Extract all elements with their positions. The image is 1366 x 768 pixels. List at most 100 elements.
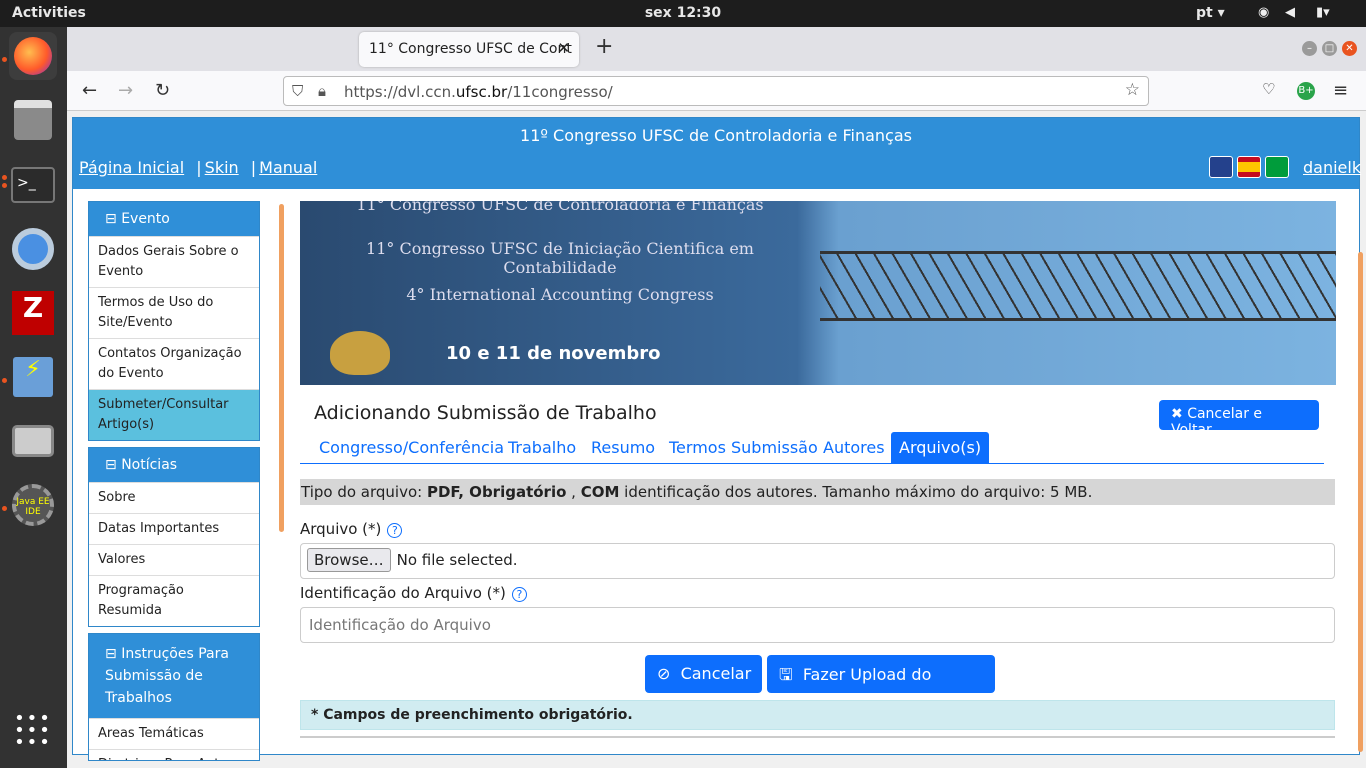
back-icon[interactable]: ← [82,80,97,101]
bookmark-star-icon[interactable]: ☆ [1125,80,1140,100]
card-title: Notícias [121,457,178,473]
menu-icon[interactable]: ≡ [1333,80,1348,101]
card-header[interactable]: ⊟ Evento [89,202,259,236]
page-scrollbar[interactable] [1358,252,1363,752]
remote-desktop-icon[interactable]: ⚡ [9,353,57,401]
form-tabs: Congresso/Conferência Trabalho Resumo Te… [300,432,1324,464]
new-tab-icon[interactable]: + [595,34,613,59]
sidebar-item[interactable]: Areas Temáticas [89,718,259,749]
sidebar-item[interactable]: Valores [89,544,259,575]
sidebar-item-active[interactable]: Submeter/Consultar Artigo(s) [89,389,259,440]
sidebar-item[interactable]: Datas Importantes [89,513,259,544]
cancel-and-back-button[interactable]: ✖ Cancelar e Voltar [1159,400,1319,438]
extension-icon[interactable]: B+ [1297,82,1315,100]
file-identification-input[interactable]: Identificação do Arquivo [300,607,1335,643]
info-text: identificação dos autores. Tamanho máxim… [619,483,1093,501]
forward-icon[interactable]: → [118,80,133,101]
running-indicator [2,175,7,180]
url-prefix: https://dvl.ccn. [344,83,456,101]
required-fields-note: * Campos de preenchimento obrigatório. [300,700,1335,730]
info-text: Tipo do arquivo: [301,483,427,501]
card-evento: ⊟ Evento Dados Gerais Sobre o Evento Ter… [88,201,260,441]
tab-resumo[interactable]: Resumo [591,438,655,457]
close-tab-icon[interactable]: ✕ [557,39,570,57]
flag-uk-icon[interactable] [1209,156,1233,178]
event-banner: 11° Congresso UFSC de Controladoria e Fi… [300,201,1336,385]
url-bar[interactable]: ⛉ 🔒︎ https://dvl.ccn.ufsc.br/11congresso… [283,76,1149,106]
banner-line: 4° International Accounting Congress [406,285,714,304]
tab-trabalho[interactable]: Trabalho [508,438,576,457]
firefox-icon[interactable] [9,32,57,80]
flag-brazil-icon[interactable] [1265,156,1289,178]
language-indicator[interactable]: pt ▾ [1196,5,1225,21]
banner-line: 11° Congresso UFSC de Controladoria e Fi… [356,201,764,214]
upload-file-button[interactable]: 🖫︎ Fazer Upload do Arquivo [767,655,995,710]
tab-congresso[interactable]: Congresso/Conferência [319,438,504,457]
info-text: , [566,483,581,501]
running-indicator [2,57,7,62]
skin-link[interactable]: Skin [205,158,239,177]
app-grid-icon[interactable]: ••• ••• ••• [9,707,57,755]
user-link[interactable]: danielk [1303,158,1361,177]
tab-title: 11° Congresso UFSC de Cont [369,41,572,57]
sidebar-item[interactable]: Contatos Organização do Evento [89,338,259,389]
card-title: Instruções Para Submissão de Trabalhos [105,646,229,706]
browse-button[interactable]: Browse… [307,548,391,572]
tab-arquivos[interactable]: Arquivo(s) [891,432,990,463]
running-indicator [2,183,7,188]
shield-icon[interactable]: ⛉ [292,82,303,100]
running-indicator [2,506,7,511]
separator: | [250,158,257,177]
chromium-icon[interactable] [9,225,57,273]
separator: | [196,158,202,177]
battery-icon[interactable]: ▮▾ [1316,5,1330,20]
cancel-button[interactable]: ⊘ Cancelar [645,655,762,693]
sidebar-item[interactable]: Programação Resumida [89,575,259,626]
info-bold: PDF, Obrigatório [426,483,567,501]
java-ee-ide-icon[interactable]: Java EE IDE [9,481,57,529]
tab-autores[interactable]: Autores [823,438,885,457]
terminal-icon[interactable]: >_ [9,161,57,209]
sidebar-item[interactable]: Dados Gerais Sobre o Evento [89,236,259,287]
close-window-icon[interactable]: ✕ [1342,41,1357,56]
sidebar-item[interactable]: Termos de Uso do Site/Evento [89,287,259,338]
files-icon[interactable] [9,96,57,144]
help-icon[interactable]: ? [511,587,527,602]
clock[interactable]: sex 12:30 [0,5,1366,21]
sidebar: ⊟ Evento Dados Gerais Sobre o Evento Ter… [88,201,260,767]
volume-icon[interactable]: ◀ [1285,5,1295,20]
card-header[interactable]: ⊟ Notícias [89,448,259,482]
banner-date: 10 e 11 de novembro [446,343,661,364]
site-frame: 11º Congresso UFSC de Controladoria e Fi… [72,117,1363,761]
pocket-icon[interactable]: ♡ [1262,80,1275,98]
tab-termos[interactable]: Termos Submissão [669,438,818,457]
card-title: Evento [121,211,170,227]
file-input[interactable]: Browse… No file selected. [300,543,1335,579]
card-noticias: ⊟ Notícias Sobre Datas Importantes Valor… [88,447,260,627]
tab-congresso[interactable]: 11° Congresso UFSC de Cont ✕ [359,32,579,67]
sidebar-scrollbar[interactable] [279,204,284,532]
button-label: Cancelar [680,664,752,683]
flag-spain-icon[interactable] [1237,156,1261,178]
bridge-image [820,251,1336,321]
url-suffix: /11congresso/ [507,83,613,101]
sidebar-item[interactable]: Diretrizes Para Autores [89,749,259,760]
minimize-icon[interactable]: – [1302,41,1317,56]
reload-icon[interactable]: ↻ [155,80,170,101]
divider [300,736,1335,738]
lock-icon: 🔒︎ [318,82,326,100]
ufsc-seal-icon [330,331,390,375]
camera-icon[interactable] [9,417,57,465]
sidebar-item[interactable]: Sobre [89,482,259,513]
help-icon[interactable]: ? [387,523,403,538]
wifi-icon[interactable]: ◉ [1258,5,1269,20]
page: 11º Congresso UFSC de Controladoria e Fi… [67,111,1366,768]
file-type-info: Tipo do arquivo: PDF, Obrigatório , COM … [300,479,1335,505]
manual-link[interactable]: Manual [259,158,317,177]
maximize-icon[interactable]: □ [1322,41,1337,56]
card-instrucoes: ⊟ Instruções Para Submissão de Trabalhos… [88,633,260,761]
filezilla-icon[interactable]: Z [9,289,57,337]
home-link[interactable]: Página Inicial [79,158,184,177]
label-text: Arquivo (*) [300,520,382,538]
card-header[interactable]: ⊟ Instruções Para Submissão de Trabalhos [89,634,259,718]
